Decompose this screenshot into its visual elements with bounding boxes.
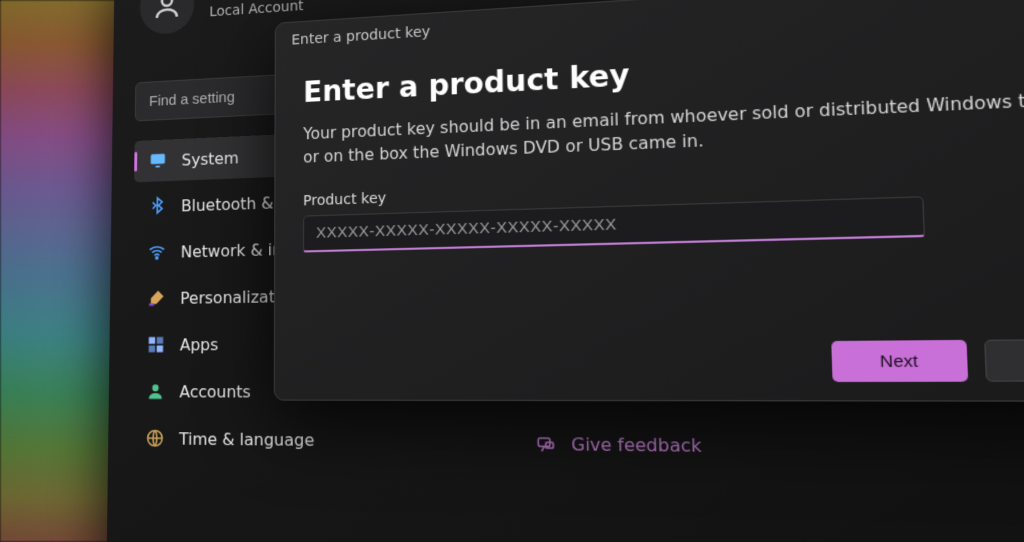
dialog-button-row: Next Cancel bbox=[831, 339, 1024, 382]
feedback-label: Give feedback bbox=[571, 434, 702, 456]
person-outline-icon bbox=[152, 0, 182, 22]
wifi-icon bbox=[146, 241, 167, 264]
apps-icon bbox=[145, 333, 166, 355]
product-key-dialog: Enter a product key Enter a product key … bbox=[274, 0, 1024, 402]
person-icon bbox=[145, 380, 166, 402]
sidebar-item-label: Apps bbox=[180, 334, 219, 354]
sidebar-item-label: System bbox=[181, 148, 239, 169]
give-feedback-link[interactable]: Give feedback bbox=[536, 434, 702, 457]
brush-icon bbox=[146, 287, 167, 309]
bluetooth-icon bbox=[147, 195, 168, 218]
sidebar-item-label: Time & language bbox=[179, 429, 314, 450]
profile-account-type: Local Account bbox=[209, 0, 303, 21]
avatar[interactable] bbox=[140, 0, 195, 36]
next-button[interactable]: Next bbox=[831, 340, 968, 382]
profile-text: Neowin Local Account bbox=[209, 0, 303, 21]
feedback-icon bbox=[536, 434, 556, 454]
monitor-icon bbox=[147, 149, 168, 172]
cancel-button[interactable]: Cancel bbox=[984, 339, 1024, 382]
globe-icon bbox=[144, 427, 165, 450]
sidebar-item-label: Accounts bbox=[179, 381, 250, 401]
settings-window: Neowin Local Account System › Activation… bbox=[105, 0, 1024, 542]
sidebar-item-time-language[interactable]: Time & language bbox=[131, 417, 391, 463]
